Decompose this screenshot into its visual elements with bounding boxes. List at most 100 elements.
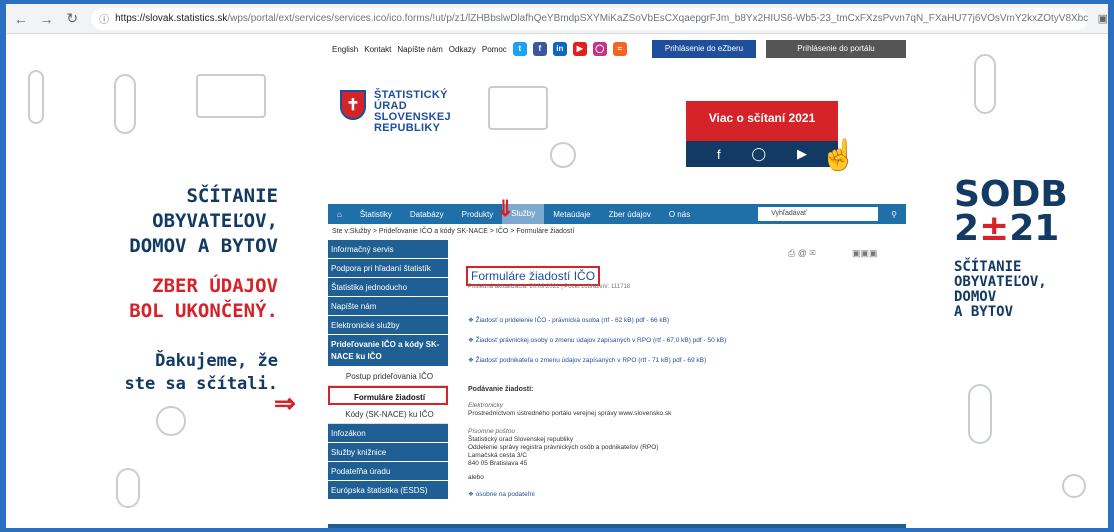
sidemenu-item[interactable]: Podpora pri hľadaní štatistík [328,259,448,278]
login-ezber-button[interactable]: Prihlásenie do eZberu [652,40,756,58]
sidemenu-subitem[interactable]: Postup prideľovania IČO [328,367,448,386]
logo-year: 2±21 [954,211,1068,247]
sidemenu-item[interactable]: Európska štatistika (ESDS) [328,481,448,500]
doc-link[interactable]: ❖ Žiadosť o pridelenie IČO - právnická o… [468,316,669,324]
instagram-icon[interactable]: ◯ [592,42,607,56]
person-sketch [974,54,996,114]
tree-sketch [28,70,44,124]
address-bar[interactable]: ⓘ https://slovak.statistics.sk/wps/porta… [91,7,1088,30]
facebook-icon[interactable]: f [717,147,721,162]
search-input[interactable]: Vyhľadávať [758,207,879,221]
menu-databazy[interactable]: Databázy [401,210,453,219]
link-icon: ❖ [468,337,476,344]
footer-strip [328,524,906,528]
promo-line: Ďakujeme, že [155,351,278,371]
promo-line: BOL UKONČENÝ. [129,300,278,322]
promo-line: DOMOV A BYTOV [129,235,278,257]
sodb-line: DOMOV [954,289,997,305]
share-icons[interactable]: ▣▣▣ [852,248,878,259]
sidemenu-group[interactable]: Prideľovanie IČO a kódy SK-NACE ku IČO [328,335,448,367]
search-placeholder: Vyhľadávať [771,210,807,217]
logo-line: REPUBLIKY [374,122,441,134]
right-arrow-annotation: ⇒ [274,388,296,418]
menu-zber-udajov[interactable]: Zber údajov [600,210,660,219]
sidemenu-item[interactable]: Informačný servis [328,240,448,259]
page-content: English Kontakt Napíšte nám Odkazy Pomoc… [274,34,910,528]
link-pomoc[interactable]: Pomoc [482,45,507,54]
reload-icon[interactable]: ↻ [61,10,83,27]
inperson-link-text: osobne na podateľni [475,491,535,498]
electronic-link[interactable]: Prostredníctvom ústredného portálu verej… [468,410,671,417]
or-text: alebo [468,474,484,481]
sodb-text: SČÍTANIE OBYVATEĽOV, DOMOV A BYTOV [954,260,1047,320]
left-census-promo[interactable]: SČÍTANIE OBYVATEĽOV, DOMOV A BYTOV ZBER … [6,34,316,528]
bush-sketch [116,468,140,508]
back-icon[interactable]: ← [10,11,32,27]
ball-sketch [156,406,186,436]
doc-link-text: Žiadosť právnickej osoby o zmenu údajov … [475,337,727,344]
sodb-line: A BYTOV [954,304,1014,320]
side-menu: Informačný servis Podpora pri hľadaní št… [328,240,448,500]
page-info-icon[interactable]: ⓘ [99,11,109,26]
link-odkazy[interactable]: Odkazy [449,45,476,54]
youtube-icon[interactable]: ▶ [797,146,807,162]
instagram-icon[interactable]: ◯ [752,146,767,162]
menu-metaudaje[interactable]: Metaúdaje [544,210,599,219]
print-email-icons[interactable]: ⎙ @ ✉ [788,248,816,259]
logo-plus-minus: ± [979,208,1010,249]
link-icon: ❖ [468,317,476,324]
promo-heading: SČÍTANIE OBYVATEĽOV, DOMOV A BYTOV [129,184,278,259]
forward-icon[interactable]: → [36,11,58,27]
sidemenu-subitem-selected[interactable]: Formuláre žiadostí [328,386,448,405]
hand-cursor-icon: ☝ [820,139,858,172]
menu-produkty[interactable]: Produkty [453,210,503,219]
link-napiste-nam[interactable]: Napíšte nám [397,45,442,54]
doc-link-text: Žiadosť o pridelenie IČO - právnická oso… [475,317,670,324]
link-icon: ❖ [468,491,476,498]
login-portal-button[interactable]: Prihlásenie do portálu [766,40,906,58]
linkedin-icon[interactable]: in [552,42,567,56]
breadcrumb: Ste v:Služby > Prideľovanie IČO a kódy S… [332,228,575,235]
address-line: Lamačská cesta 3/C [468,452,527,459]
twitter-icon[interactable]: t [512,42,527,56]
sidemenu-item[interactable]: Služby knižnice [328,443,448,462]
menu-statistiky[interactable]: Štatistiky [351,210,401,219]
link-kontakt[interactable]: Kontakt [364,45,391,54]
logo-year-part: 2 [954,208,980,249]
rss-icon[interactable]: ≈ [612,42,627,56]
main-content: ⎙ @ ✉ ▣▣▣ Formuláre žiadostí IČO Posledn… [458,240,906,528]
sidemenu-item[interactable]: Napíšte nám [328,297,448,316]
person-sketch [114,74,136,134]
coat-of-arms-icon: ✝ [340,90,366,120]
house-sketch [196,74,266,118]
promo-line: OBYVATEĽOV, [152,210,278,232]
search-icon[interactable]: ⚲ [882,210,906,219]
doc-link[interactable]: ❖ Žiadosť podnikateľa o zmenu údajov zap… [468,356,706,364]
top-links: English Kontakt Napíšte nám Odkazy Pomoc… [332,42,627,56]
sidemenu-item[interactable]: Štatistika jednoducho [328,278,448,297]
menu-o-nas[interactable]: O nás [660,210,699,219]
sodb-line: OBYVATEĽOV, [954,274,1047,290]
census-social-bar: f ◯ ▶ [686,141,838,167]
tab-icon[interactable]: ▣ [1098,12,1108,25]
sidemenu-item[interactable]: Infozákon [328,424,448,443]
link-english[interactable]: English [332,45,358,54]
doc-link[interactable]: ❖ Žiadosť právnickej osoby o zmenu údajo… [468,336,726,344]
page-meta: Posledná aktualizácia: 20.09.2021 | Poče… [468,284,631,290]
url-path: /wps/portal/ext/services/services.ico/ic… [227,13,1088,24]
home-icon[interactable]: ⌂ [328,210,351,219]
youtube-icon[interactable]: ▶ [572,42,587,56]
inperson-link[interactable]: ❖ osobne na podateľni [468,490,535,498]
susr-logo[interactable]: ✝ ŠTATISTICKÝ ÚRAD SLOVENSKEJ REPUBLIKY [340,90,451,134]
facebook-icon[interactable]: f [532,42,547,56]
submit-heading: Podávanie žiadostí: [468,386,534,393]
promo-line: SČÍTANIE [186,185,278,207]
sidemenu-subitem[interactable]: Kódy (SK-NACE) ku IČO [328,405,448,424]
doc-link-text: Žiadosť podnikateľa o zmenu údajov zapís… [475,357,707,364]
sidemenu-item[interactable]: Podateľňa úradu [328,462,448,481]
census-banner[interactable]: Viac o sčítaní 2021 f ◯ ▶ [686,101,838,167]
logo-year-part: 21 [1009,208,1060,249]
right-census-promo[interactable]: SODB 2±21 SČÍTANIE OBYVATEĽOV, DOMOV A B… [912,34,1108,528]
sidemenu-item[interactable]: Elektronické služby [328,316,448,335]
census-banner-title: Viac o sčítaní 2021 [708,111,816,125]
